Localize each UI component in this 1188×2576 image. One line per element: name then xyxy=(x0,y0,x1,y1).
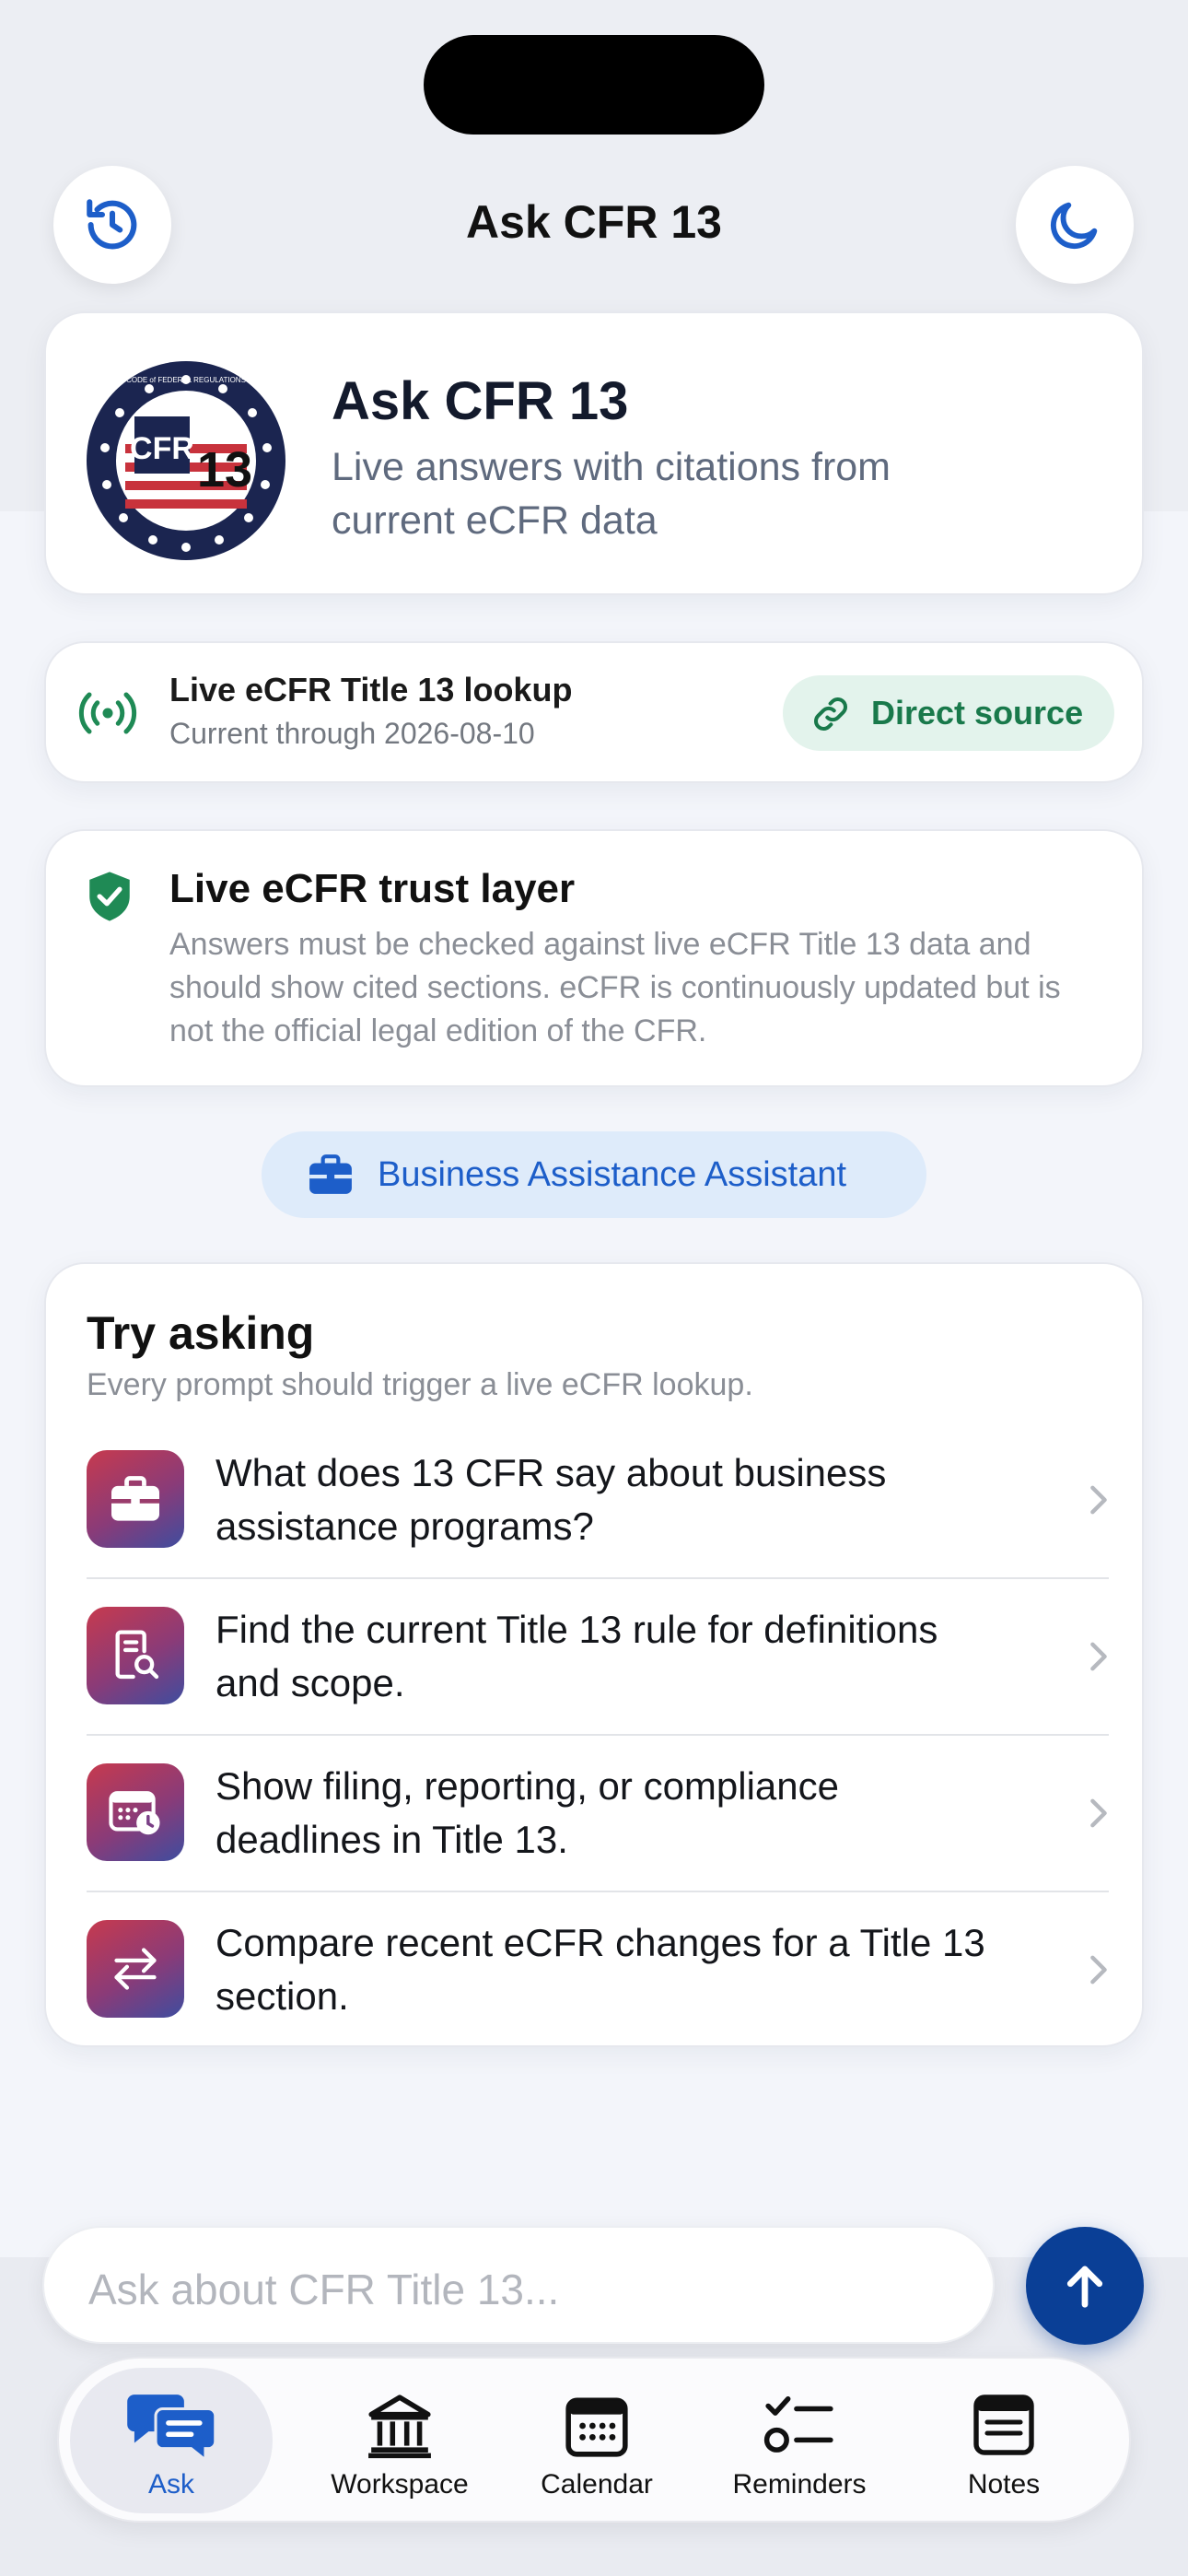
prompt-row[interactable]: Find the current Title 13 rule for defin… xyxy=(87,1579,1109,1736)
prompt-text: Show filing, reporting, or compliance de… xyxy=(215,1764,840,1861)
broadcast-signal-icon xyxy=(78,692,137,734)
calendar-clock-icon xyxy=(109,1791,160,1835)
seal-number: 13 xyxy=(197,442,252,498)
link-icon xyxy=(814,697,847,731)
trust-title: Live eCFR trust layer xyxy=(169,866,576,911)
tab-bar: Ask Workspace Calendar Reminders Notes xyxy=(57,2357,1131,2523)
chevron-right-icon xyxy=(1090,1485,1107,1515)
briefcase-icon xyxy=(111,1476,159,1521)
chevron-right-icon xyxy=(1090,1955,1107,1985)
tab-reminders-label: Reminders xyxy=(732,2469,867,2500)
prompt-row[interactable]: What does 13 CFR say about business assi… xyxy=(87,1423,1109,1579)
shield-check-icon xyxy=(89,872,130,921)
arrow-up-icon xyxy=(1066,2266,1103,2308)
tab-ask[interactable]: Ask xyxy=(70,2368,273,2513)
checklist-icon xyxy=(763,2395,833,2453)
direct-source-label: Direct source xyxy=(871,694,1084,732)
cfr-seal-logo: CODE of FEDERAL REGULATIONS CFR 13 xyxy=(87,361,285,560)
try-asking-card: Try asking Every prompt should trigger a… xyxy=(44,1262,1144,2047)
lookup-status-card: Live eCFR Title 13 lookup Current throug… xyxy=(44,641,1144,783)
prompt-icon-tile xyxy=(87,1450,184,1548)
document-search-icon xyxy=(115,1630,159,1680)
chevron-right-icon xyxy=(1090,1798,1107,1828)
send-button[interactable] xyxy=(1026,2227,1144,2345)
page-title: Ask CFR 13 xyxy=(466,196,722,248)
tab-calendar[interactable]: Calendar xyxy=(495,2368,698,2513)
notes-icon xyxy=(973,2395,1034,2455)
prompt-text: Find the current Title 13 rule for defin… xyxy=(215,1608,938,1704)
tab-notes-label: Notes xyxy=(967,2469,1041,2500)
tab-notes[interactable]: Notes xyxy=(903,2368,1105,2513)
bank-icon xyxy=(368,2395,431,2459)
business-assistant-button[interactable]: Business Assistance Assistant xyxy=(262,1131,926,1218)
hero-title: Ask CFR 13 xyxy=(332,371,629,431)
tab-workspace-label: Workspace xyxy=(331,2469,469,2500)
briefcase-icon xyxy=(309,1154,352,1194)
seal-label: CFR xyxy=(130,431,194,466)
prompt-icon-tile xyxy=(87,1920,184,2018)
try-asking-title: Try asking xyxy=(87,1307,315,1359)
try-asking-subtitle: Every prompt should trigger a live eCFR … xyxy=(87,1367,753,1402)
trust-description: Answers must be checked against live eCF… xyxy=(169,927,1061,1048)
calendar-icon xyxy=(565,2397,628,2457)
tab-workspace[interactable]: Workspace xyxy=(298,2368,501,2513)
lookup-title: Live eCFR Title 13 lookup xyxy=(169,671,573,708)
prompt-icon-tile xyxy=(87,1763,184,1861)
moon-icon xyxy=(1051,202,1098,249)
prompt-row[interactable]: Show filing, reporting, or compliance de… xyxy=(87,1736,1109,1892)
dark-mode-button[interactable] xyxy=(1016,166,1134,284)
tab-reminders[interactable]: Reminders xyxy=(698,2368,901,2513)
prompt-text: Compare recent eCFR changes for a Title … xyxy=(215,1921,985,2018)
chat-bubbles-icon xyxy=(127,2395,217,2460)
hero-subtitle: Live answers with citations from current… xyxy=(332,445,891,543)
chevron-right-icon xyxy=(1090,1642,1107,1671)
tab-ask-label: Ask xyxy=(147,2469,194,2500)
lookup-date: Current through 2026-08-10 xyxy=(169,717,535,750)
seal-top-text: CODE of FEDERAL REGULATIONS xyxy=(126,376,246,384)
ask-input[interactable]: Ask about CFR Title 13... xyxy=(42,2226,995,2344)
prompt-icon-tile xyxy=(87,1607,184,1704)
tab-calendar-label: Calendar xyxy=(541,2469,653,2500)
dynamic-island xyxy=(424,35,764,135)
business-assistant-label: Business Assistance Assistant xyxy=(378,1155,847,1194)
hero-card: CODE of FEDERAL REGULATIONS CFR 13 Ask C… xyxy=(44,311,1144,595)
arrows-swap-icon xyxy=(114,1948,157,1990)
trust-layer-card: Live eCFR trust layer Answers must be ch… xyxy=(44,829,1144,1087)
ask-input-placeholder: Ask about CFR Title 13... xyxy=(88,2266,560,2313)
direct-source-button[interactable]: Direct source xyxy=(783,675,1114,751)
prompt-row[interactable]: Compare recent eCFR changes for a Title … xyxy=(87,1892,1109,2049)
prompt-text: What does 13 CFR say about business assi… xyxy=(215,1451,887,1548)
